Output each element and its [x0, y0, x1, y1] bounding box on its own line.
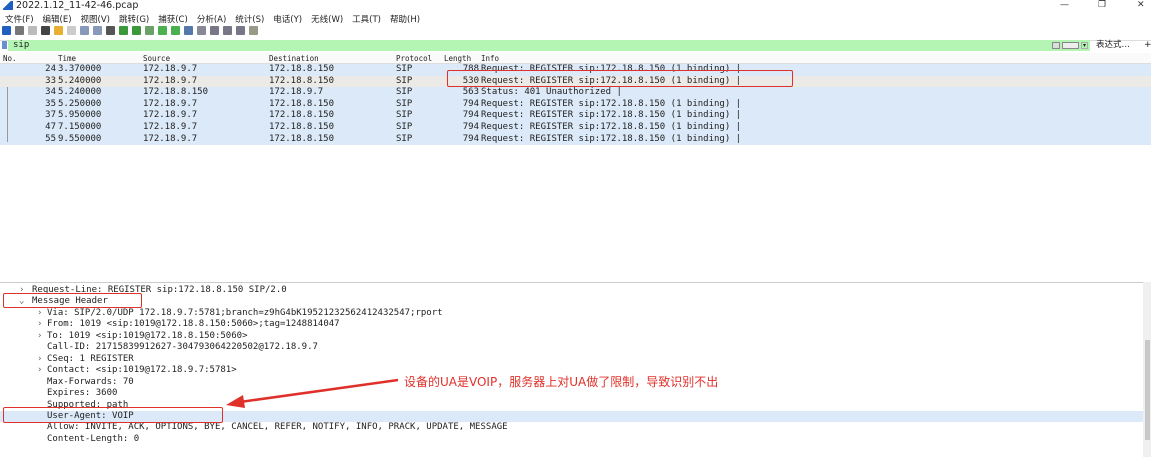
- annotation-text: 设备的UA是VOIP，服务器上对UA做了限制，导致识别不出: [404, 375, 719, 389]
